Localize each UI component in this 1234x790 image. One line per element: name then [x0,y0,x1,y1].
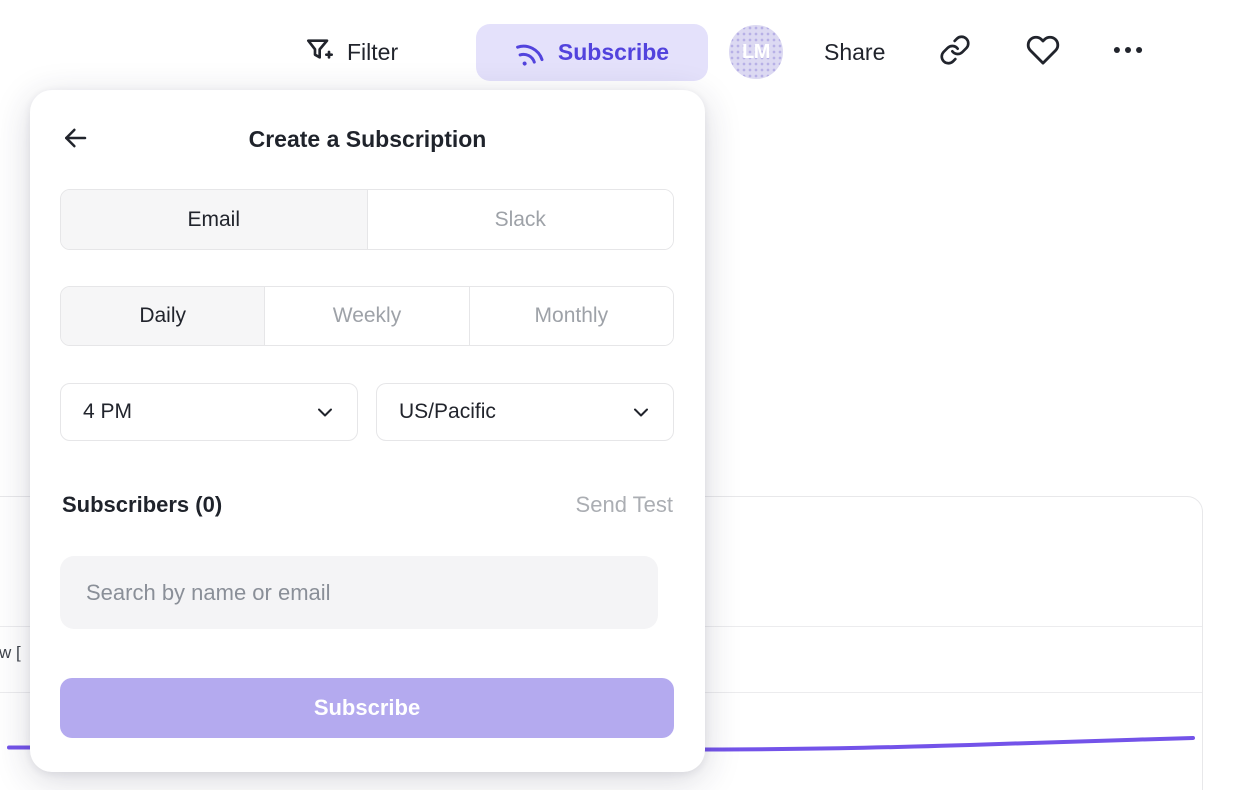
subscribers-count-label: Subscribers (0) [62,492,222,518]
create-subscription-modal: Create a Subscription Email Slack Daily … [30,90,705,772]
timezone-select-value: US/Pacific [399,400,496,424]
tab-email[interactable]: Email [61,190,367,249]
chevron-down-icon [313,400,337,424]
tab-daily[interactable]: Daily [61,287,264,345]
avatar-initials: LM [742,41,770,64]
tab-monthly[interactable]: Monthly [469,287,673,345]
filter-button[interactable]: Filter [303,24,398,80]
share-button[interactable]: Share [824,24,885,80]
subscribe-submit-button[interactable]: Subscribe [60,678,674,738]
ellipsis-icon [1109,31,1147,74]
subscriber-search-input[interactable] [60,556,658,629]
filter-label: Filter [347,39,398,66]
page: w [ Filter Sub [0,0,1234,790]
tab-weekly[interactable]: Weekly [264,287,468,345]
copy-link-button[interactable] [935,32,975,72]
avatar[interactable]: LM [729,25,783,79]
modal-title: Create a Subscription [30,126,705,153]
heart-outline-icon [1026,33,1060,72]
send-test-button[interactable]: Send Test [576,492,673,518]
subscribers-row: Subscribers (0) Send Test [62,490,673,520]
frequency-tabs: Daily Weekly Monthly [60,286,674,346]
time-select[interactable]: 4 PM [60,383,358,441]
tab-slack[interactable]: Slack [367,190,674,249]
filter-icon [303,34,335,71]
subscribe-label: Subscribe [558,39,669,66]
chevron-down-icon [629,400,653,424]
timezone-select[interactable]: US/Pacific [376,383,674,441]
share-label: Share [824,39,885,66]
toolbar: Filter Subscribe LM Share [0,0,1234,104]
chain-link-icon [939,34,971,71]
time-select-value: 4 PM [83,400,132,424]
channel-tabs: Email Slack [60,189,674,250]
favorite-button[interactable] [1023,32,1063,72]
subscribe-toolbar-button[interactable]: Subscribe [476,24,708,81]
rss-icon [511,34,549,72]
more-options-button[interactable] [1108,32,1148,72]
